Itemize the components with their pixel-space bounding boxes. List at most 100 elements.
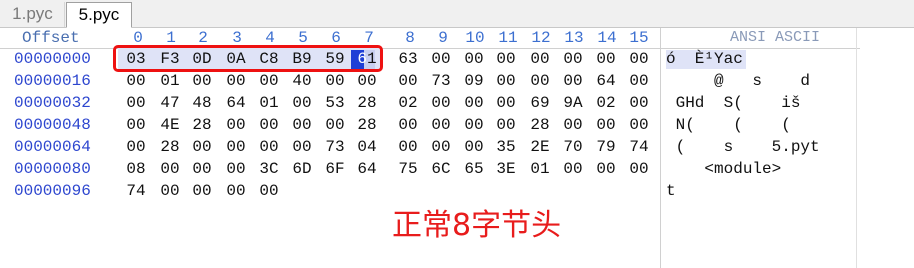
hex-byte[interactable]: 00 [624, 93, 654, 113]
hex-byte[interactable]: 47 [155, 93, 185, 113]
hex-byte[interactable]: 00 [624, 49, 654, 69]
hex-byte[interactable]: 00 [393, 71, 423, 91]
hex-byte[interactable]: 00 [254, 181, 284, 201]
hex-byte[interactable]: 00 [558, 115, 588, 135]
hex-byte[interactable]: 00 [491, 49, 521, 69]
hex-byte[interactable]: 73 [426, 71, 456, 91]
hex-byte[interactable]: 00 [155, 159, 185, 179]
hex-byte[interactable]: 00 [320, 71, 350, 91]
hex-byte[interactable]: 00 [254, 115, 284, 135]
hex-byte[interactable]: 00 [624, 159, 654, 179]
ascii-row[interactable]: ó È¹Yac [666, 49, 743, 69]
hex-byte[interactable]: 00 [287, 137, 317, 157]
ascii-row[interactable]: @ s d [666, 71, 810, 91]
hex-byte[interactable]: 08 [121, 159, 151, 179]
hex-byte[interactable]: 00 [187, 71, 217, 91]
hex-byte[interactable]: 00 [254, 71, 284, 91]
hex-byte[interactable]: 02 [393, 93, 423, 113]
hex-byte[interactable]: 64 [221, 93, 251, 113]
hex-byte[interactable]: 00 [287, 115, 317, 135]
tab-1-pyc[interactable]: 1.pyc [1, 2, 65, 28]
hex-byte[interactable]: 00 [558, 71, 588, 91]
hex-byte[interactable]: 69 [525, 93, 555, 113]
hex-byte[interactable]: 00 [287, 93, 317, 113]
hex-byte[interactable]: 63 [393, 49, 423, 69]
hex-byte[interactable]: 00 [525, 71, 555, 91]
hex-byte[interactable]: 00 [221, 159, 251, 179]
hex-byte[interactable]: 2E [525, 137, 555, 157]
hex-byte[interactable]: 53 [320, 93, 350, 113]
hex-byte[interactable]: 00 [121, 93, 151, 113]
hex-byte[interactable]: 00 [320, 115, 350, 135]
hex-byte[interactable]: 28 [525, 115, 555, 135]
ascii-row[interactable]: N( ( ( [666, 115, 791, 135]
hex-byte[interactable]: 9A [558, 93, 588, 113]
hex-byte[interactable]: 73 [320, 137, 350, 157]
ascii-row[interactable]: t [666, 181, 676, 201]
hex-byte[interactable]: 00 [558, 49, 588, 69]
hex-byte[interactable]: 00 [491, 93, 521, 113]
hex-byte[interactable]: 75 [393, 159, 423, 179]
hex-byte[interactable]: 00 [155, 181, 185, 201]
hex-byte[interactable]: 00 [426, 115, 456, 135]
hex-byte[interactable]: 00 [393, 137, 423, 157]
hex-byte[interactable]: 6D [287, 159, 317, 179]
hex-byte[interactable]: 01 [254, 93, 284, 113]
hex-byte[interactable]: 00 [459, 137, 489, 157]
hex-byte[interactable]: 70 [558, 137, 588, 157]
hex-byte[interactable]: 02 [591, 93, 621, 113]
hex-byte[interactable]: 28 [352, 115, 382, 135]
hex-byte[interactable]: 00 [591, 115, 621, 135]
hex-byte[interactable]: 00 [491, 71, 521, 91]
hex-byte[interactable]: 01 [155, 71, 185, 91]
ascii-row[interactable]: <module> [666, 159, 781, 179]
hex-byte[interactable]: 00 [591, 159, 621, 179]
hex-byte[interactable]: 00 [426, 93, 456, 113]
hex-byte[interactable]: 6F [320, 159, 350, 179]
hex-byte[interactable]: 00 [121, 115, 151, 135]
hex-byte[interactable]: 00 [459, 115, 489, 135]
hex-byte[interactable]: 64 [352, 159, 382, 179]
hex-byte[interactable]: 00 [459, 49, 489, 69]
hex-byte[interactable]: 00 [187, 137, 217, 157]
hex-editor[interactable]: Offset ANSI ASCII 0 1 2 3 4 5 6 7 8 9 10 11 12 13 14 15… [0, 28, 914, 268]
hex-byte[interactable]: 64 [591, 71, 621, 91]
hex-byte[interactable]: 00 [187, 159, 217, 179]
hex-byte[interactable]: 28 [155, 137, 185, 157]
hex-byte[interactable]: 01 [525, 159, 555, 179]
hex-byte[interactable]: 00 [121, 137, 151, 157]
hex-byte[interactable]: 04 [352, 137, 382, 157]
hex-byte[interactable]: 28 [187, 115, 217, 135]
hex-byte[interactable]: 00 [459, 93, 489, 113]
hex-byte[interactable]: 00 [525, 49, 555, 69]
tab-5-pyc[interactable]: 5.pyc [66, 2, 132, 28]
hex-byte[interactable]: 00 [491, 115, 521, 135]
hex-byte[interactable]: 40 [287, 71, 317, 91]
hex-byte[interactable]: 3C [254, 159, 284, 179]
hex-byte[interactable]: 00 [221, 181, 251, 201]
hex-byte[interactable]: 00 [426, 137, 456, 157]
ascii-row[interactable]: GHd S( iš [666, 93, 801, 113]
hex-byte[interactable]: 00 [426, 49, 456, 69]
hex-byte[interactable]: 28 [352, 93, 382, 113]
hex-byte[interactable]: 00 [352, 71, 382, 91]
hex-byte[interactable]: 00 [221, 115, 251, 135]
hex-byte[interactable]: 4E [155, 115, 185, 135]
hex-byte[interactable]: 00 [624, 115, 654, 135]
hex-byte[interactable]: 74 [624, 137, 654, 157]
ascii-row[interactable]: ( s 5.pyt [666, 137, 820, 157]
hex-byte[interactable]: 00 [624, 71, 654, 91]
hex-byte[interactable]: 6C [426, 159, 456, 179]
hex-byte[interactable]: 00 [254, 137, 284, 157]
hex-byte[interactable]: 00 [221, 137, 251, 157]
hex-byte[interactable]: 65 [459, 159, 489, 179]
hex-byte[interactable]: 00 [121, 71, 151, 91]
hex-byte[interactable]: 74 [121, 181, 151, 201]
hex-byte[interactable]: 00 [221, 71, 251, 91]
hex-byte[interactable]: 00 [187, 181, 217, 201]
hex-byte[interactable]: 48 [187, 93, 217, 113]
hex-byte[interactable]: 3E [491, 159, 521, 179]
hex-byte[interactable]: 00 [591, 49, 621, 69]
hex-byte[interactable]: 09 [459, 71, 489, 91]
hex-byte[interactable]: 35 [491, 137, 521, 157]
